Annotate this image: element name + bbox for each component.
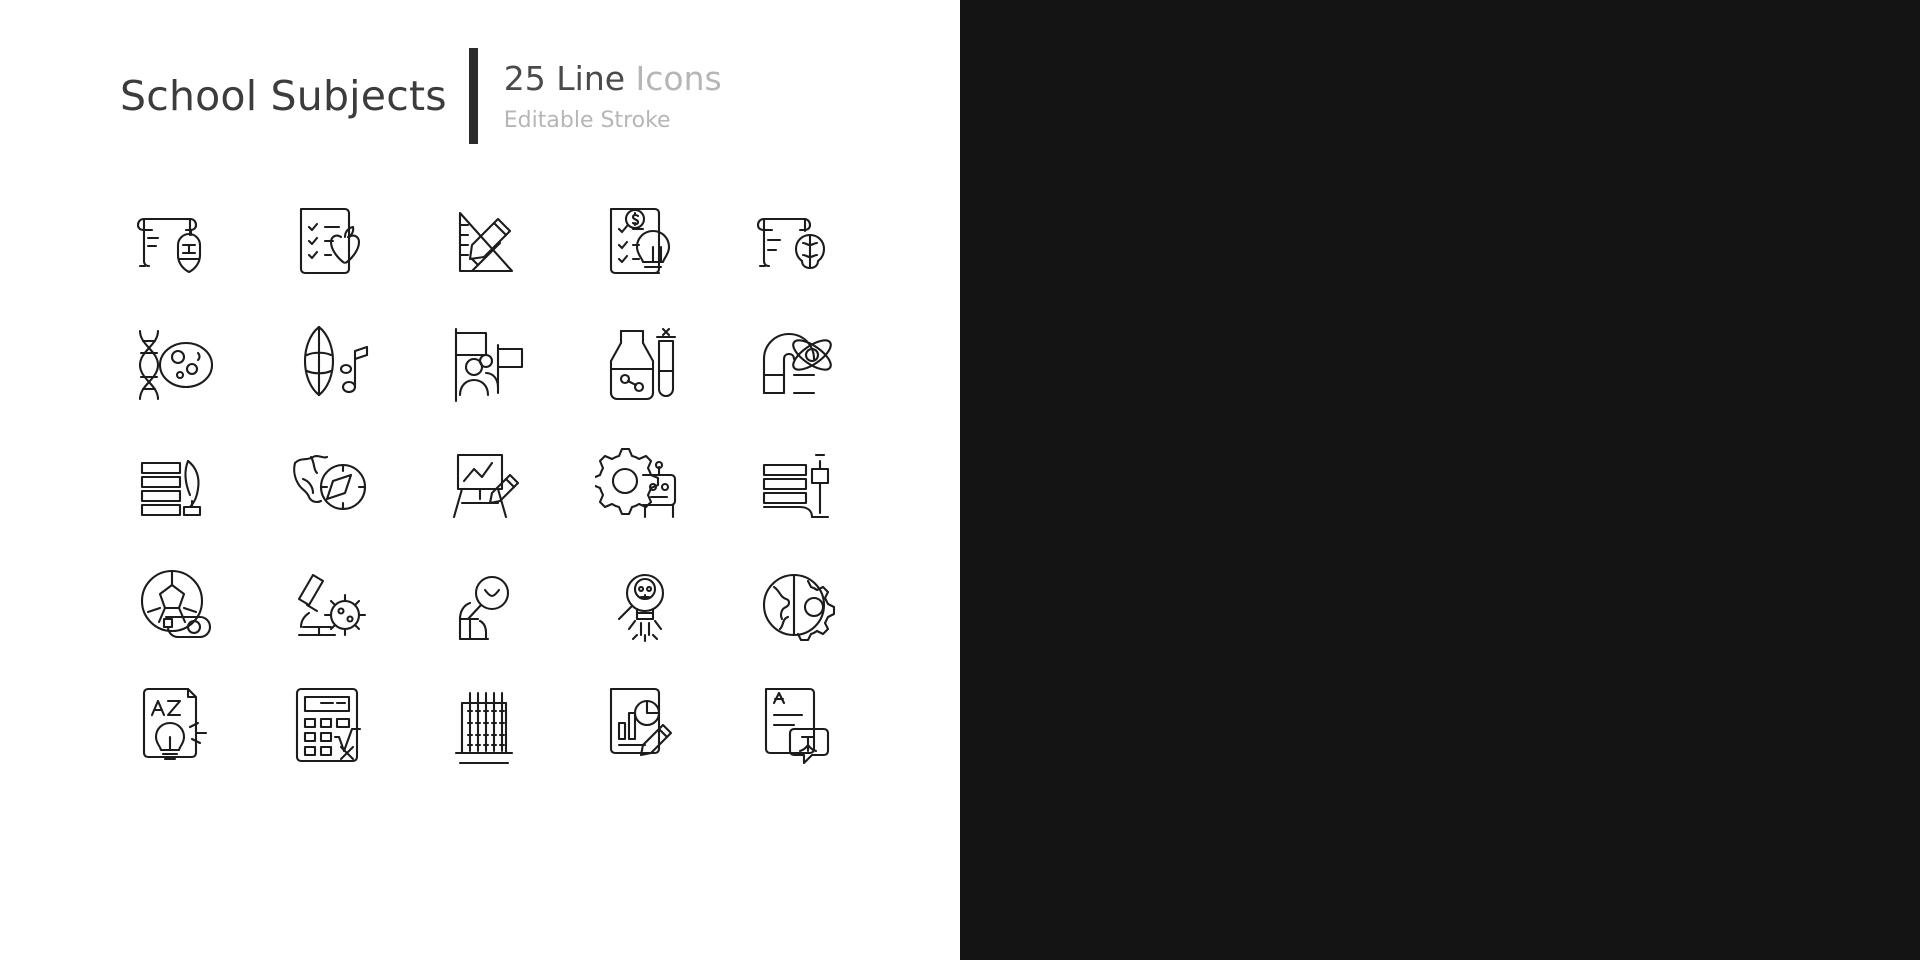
robotics-gear-robot-icon — [594, 447, 676, 519]
header-divider — [468, 48, 478, 144]
library-science-books-lamp-icon — [762, 453, 829, 519]
icon-cell-robotics-gear-robot — [565, 425, 720, 545]
social-studies-people-flag-icon — [454, 327, 523, 403]
icon-cell-literature-books-quill — [100, 425, 255, 545]
icon-cell-geometry-ruler-triangle-pencil — [410, 185, 565, 305]
research-magnifier-person-icon — [458, 575, 509, 641]
business-studies-dollar-lightbulb-icon — [609, 207, 670, 275]
icon-cell-research-magnifier-person — [410, 545, 565, 665]
physics-magnet-atom-icon — [762, 332, 832, 395]
icon-cell-statistics-chart-pencil — [565, 665, 720, 785]
environmental-earth-gear-icon — [762, 573, 835, 642]
icon-cell-biology-dna-cell — [100, 305, 255, 425]
vocabulary-az-lightbulb-icon — [142, 687, 207, 761]
anatomy-skeleton-magnifier-icon — [617, 573, 664, 643]
physical-education-ball-whistle-icon — [140, 569, 211, 639]
foreign-language-translation-icon — [764, 687, 829, 765]
icon-cell-foreign-language-translation — [720, 665, 875, 785]
editable-stroke-note: Editable Stroke — [503, 108, 671, 133]
mathematics-calculator-sqrt-icon — [295, 687, 361, 763]
icon-cell-social-studies-people-flag — [410, 305, 565, 425]
icon-grid-light — [100, 185, 875, 785]
icon-cell-art-easel-pencil — [410, 425, 565, 545]
header: School Subjects 25 Line Icons Editable S… — [120, 48, 722, 144]
dark-theme-panel — [960, 0, 1920, 960]
icon-cell-music-instrument-notes — [255, 305, 410, 425]
chemistry-beaker-test-tube-icon — [609, 327, 676, 401]
icon-cell-computer-science-abacus-binary — [410, 665, 565, 785]
light-theme-panel: School Subjects 25 Line Icons Editable S… — [0, 0, 960, 960]
icon-cell-vocabulary-az-lightbulb — [100, 665, 255, 785]
icon-cell-health-education-apple-checklist — [255, 185, 410, 305]
icon-cell-anatomy-skeleton-magnifier — [565, 545, 720, 665]
literature-books-quill-icon — [140, 459, 201, 517]
history-scroll-knight-icon — [136, 217, 201, 274]
icon-set-sheet: School Subjects 25 Line Icons Editable S… — [0, 0, 1920, 960]
icon-cell-microbiology-microscope-virus — [255, 545, 410, 665]
icon-count-number: 25 Line — [503, 59, 636, 98]
art-easel-pencil-icon — [452, 453, 519, 519]
icon-cell-psychology-scroll-brain — [720, 185, 875, 305]
icon-cell-physics-magnet-atom — [720, 305, 875, 425]
geometry-ruler-triangle-pencil-icon — [458, 211, 513, 273]
microbiology-microscope-virus-icon — [297, 573, 366, 637]
icon-cell-environmental-earth-gear — [720, 545, 875, 665]
psychology-scroll-brain-icon — [756, 217, 825, 270]
statistics-chart-pencil-icon — [609, 687, 672, 757]
page-title: School Subjects — [120, 72, 447, 120]
icon-cell-chemistry-beaker-test-tube — [565, 305, 720, 425]
icon-cell-business-studies-dollar-lightbulb — [565, 185, 720, 305]
icon-count: 25 Line Icons — [504, 59, 722, 98]
icon-cell-physical-education-ball-whistle — [100, 545, 255, 665]
header-subblock: 25 Line Icons Editable Stroke — [504, 59, 722, 133]
health-education-apple-checklist-icon — [299, 207, 360, 275]
icon-cell-history-scroll-knight — [100, 185, 255, 305]
geography-globe-compass-icon — [292, 454, 366, 511]
biology-dna-cell-icon — [138, 329, 213, 401]
icon-cell-mathematics-calculator-sqrt — [255, 665, 410, 785]
music-instrument-notes-icon — [303, 325, 368, 397]
icon-count-word: Icons — [635, 59, 722, 98]
computer-science-abacus-binary-icon — [454, 691, 513, 765]
icon-cell-geography-globe-compass — [255, 425, 410, 545]
icon-cell-library-science-books-lamp — [720, 425, 875, 545]
